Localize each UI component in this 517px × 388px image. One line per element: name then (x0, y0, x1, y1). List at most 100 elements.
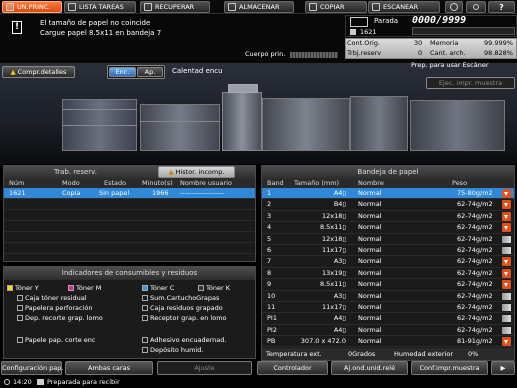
tray-weight: 62-74g/m2 (457, 268, 493, 277)
heater-on-button[interactable]: Enc. (109, 67, 136, 77)
tray-row[interactable]: 6 11x17▯ Normal 62-74g/m2 (262, 245, 514, 257)
tray-row[interactable]: PI1 A4▯ Normal 62-74g/m2 (262, 313, 514, 325)
heater-off-button[interactable]: Ap. (137, 67, 163, 77)
help-button[interactable]: ? (488, 1, 515, 13)
tray-row[interactable]: 1 A4▯ Normal 75-80g/m2 (262, 188, 514, 200)
counter-job: 1621 (360, 28, 377, 36)
tray-name: Normal (358, 314, 382, 323)
tab-copy[interactable]: COPIAR (305, 1, 367, 13)
orig-label: Cont.Orig. (347, 39, 381, 47)
tab-job-list[interactable]: LISTA TAREAS (64, 1, 136, 13)
punch-icon (17, 305, 23, 311)
controller-button[interactable]: Controlador (257, 361, 328, 375)
binding-glue: Adhesivo encuadernad. (142, 336, 226, 344)
relay-unit-button[interactable]: Aj.ond.unid.relé (331, 361, 408, 375)
duplex-button[interactable]: Ambas caras (65, 361, 153, 375)
trays-title: Bandeja de papel (262, 166, 514, 179)
tray-size: A3▯ (333, 257, 346, 266)
environment-bar: Temperatura ext. 0Grados Humedad exterio… (262, 348, 514, 360)
tray-name: Normal (358, 200, 382, 209)
tray-row[interactable]: 4 8.5x11▯ Normal 62-74g/m2 (262, 222, 514, 234)
tray-row[interactable]: PB 307.0 x 472.0 Normal 81-91g/m2 (262, 336, 514, 348)
tray-size: A4▯ (333, 189, 346, 197)
counter-value: 0000/9999 (412, 15, 467, 26)
tray-row[interactable]: 10 A3▯ Normal 62-74g/m2 (262, 291, 514, 302)
staple-cartridge: Sum.CartuchoGrapas (142, 294, 219, 302)
mem-value: 99.999% (484, 39, 513, 47)
job-row[interactable]: 1621 Copia Sin papel 1966 --------------… (4, 188, 255, 199)
paper-level-icon (502, 303, 511, 311)
tab-retrieve[interactable]: RECUPERAR (140, 1, 210, 13)
tray-row[interactable]: 7 A3▯ Normal 62-74g/m2 (262, 256, 514, 268)
tray-row[interactable]: 2 B4▯ Normal 62-74g/m2 (262, 199, 514, 211)
tray-row[interactable]: 9 8.5x11▯ Normal 62-74g/m2 (262, 279, 514, 291)
tray-band: 1 (267, 189, 272, 197)
tab-store[interactable]: ALMACENAR (224, 1, 294, 13)
status-icon (37, 379, 44, 385)
tray-weight: 62-74g/m2 (457, 200, 493, 209)
printer-icon (350, 17, 368, 27)
trim-icon (17, 315, 23, 321)
temp-label: Temperatura ext. (266, 350, 322, 358)
tray-weight: 75-80g/m2 (457, 189, 493, 197)
job-icon (350, 29, 356, 35)
tray-name: Normal (358, 325, 382, 334)
col-weight: Peso (452, 179, 468, 187)
scan-icon (372, 3, 380, 11)
sample-print-config-button[interactable]: Conf.impr.muestra (411, 361, 488, 375)
tray-row[interactable]: 3 12x18▯ Normal 62-74g/m2 (262, 211, 514, 223)
tray-weight: 62-74g/m2 (457, 280, 493, 289)
toner-c: Tóner C (142, 284, 174, 292)
tray-name: Normal (358, 280, 382, 289)
user-button[interactable] (466, 1, 486, 13)
tray-size: 12x18▯ (322, 234, 346, 243)
tray-size: 8.5x11▯ (319, 280, 346, 289)
tray-row[interactable]: 8 13x19▯ Normal 62-74g/m2 (262, 268, 514, 280)
adjust-button[interactable]: Ajuste (157, 361, 252, 375)
tray-weight: 62-74g/m2 (457, 223, 493, 232)
next-button[interactable]: ▶ (491, 361, 515, 375)
staple-waste-icon (142, 305, 148, 311)
job-row-empty (4, 210, 255, 221)
clock-icon (4, 379, 10, 385)
machine-line (62, 125, 137, 126)
staple-waste: Caja residuos grapado (142, 304, 223, 312)
globe-button[interactable] (445, 1, 463, 13)
reserv-label: Trbj.reserv (347, 49, 382, 57)
tab-main[interactable]: UN.PRINC. (2, 1, 62, 13)
tab-scan[interactable]: ESCANEAR (368, 1, 440, 13)
tray-size: 307.0 x 472.0 (300, 337, 346, 346)
paper-setting-button[interactable]: Configuración pap. (1, 361, 63, 375)
paper-level-icon (502, 235, 511, 243)
punch-bin: Papelera perforación (17, 304, 92, 312)
hum-label: Humedad exterior (394, 350, 454, 358)
sample-print-button[interactable]: Ejec. impr. muestra (426, 77, 515, 89)
message-line-2: Cargue papel 8.5x11 en bandeja 7 (40, 29, 162, 37)
humidifier-tank: Depósito humid. (142, 346, 203, 354)
humidifier-icon (142, 347, 148, 353)
paper-low-arrow-icon (502, 189, 511, 198)
message-text: El tamaño de papel no coincide Cargue pa… (40, 18, 161, 38)
tray-weight: 62-74g/m2 (457, 245, 493, 254)
details-button[interactable]: ▲ Compr.detalles (2, 66, 75, 78)
paper-low-arrow-icon (502, 268, 511, 278)
cuerpo-label: Cuerpo prin. (245, 50, 286, 58)
tray-name: Normal (358, 189, 382, 197)
home-icon (6, 3, 14, 11)
machine-main-body (222, 92, 262, 151)
machine-print-engine (262, 98, 350, 151)
copy-icon (309, 3, 317, 11)
tray-row[interactable]: 11 11x17▯ Normal 62-74g/m2 (262, 302, 514, 314)
tray-weight: 62-74g/m2 (457, 314, 493, 323)
paper-low-arrow-icon (502, 280, 511, 290)
history-button[interactable]: ▲ Histor. incomp. (158, 166, 235, 178)
machine-finisher (350, 96, 408, 151)
waste-toner: Caja tóner residual (17, 294, 87, 302)
globe-icon (450, 3, 458, 11)
tray-row[interactable]: PI2 A4▯ Normal 62-74g/m2 (262, 325, 514, 337)
tray-name: Normal (358, 337, 382, 346)
tray-row[interactable]: 5 12x18▯ Normal 62-74g/m2 (262, 234, 514, 245)
job-row-empty (4, 199, 255, 210)
tray-name: Normal (358, 268, 382, 277)
toner-m: Tóner M (68, 284, 101, 292)
